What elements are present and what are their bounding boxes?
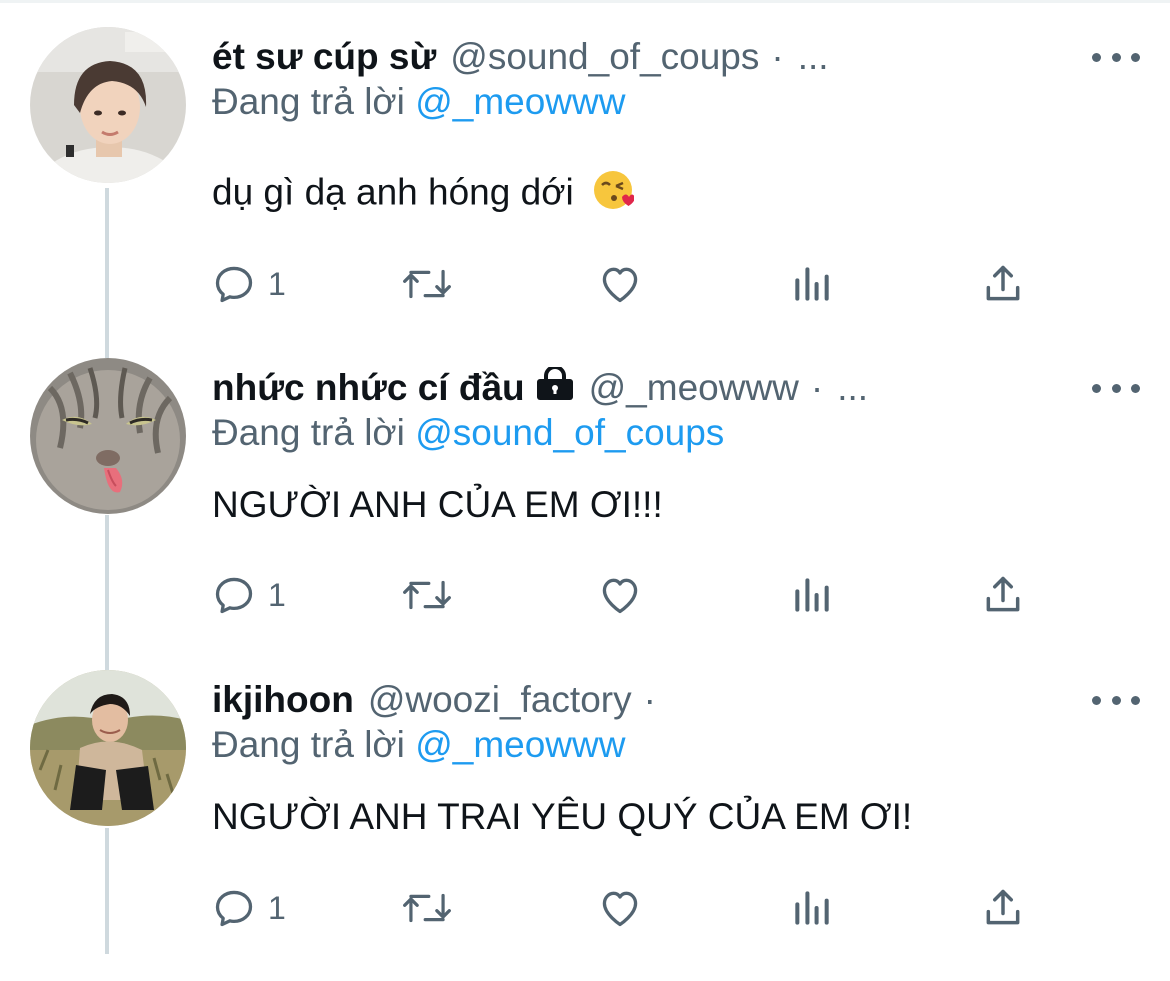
views-icon (795, 267, 829, 301)
tweet[interactable]: ét sư cúp sừ @sound_of_coups · ... Đang … (0, 27, 1170, 338)
heart-icon (602, 891, 638, 927)
face-blowing-a-kiss-icon (592, 169, 635, 220)
tweet-text-content: NGƯỜI ANH TRAI YÊU QUÝ CỦA EM ƠI! (212, 796, 913, 837)
tweet-header: nhức nhức cí đầu @_meowww · ... (212, 358, 1090, 418)
more-icon[interactable] (1092, 45, 1140, 69)
tweet[interactable]: nhức nhức cí đầu @_meowww · ... Đang trả… (0, 358, 1170, 669)
mention-link[interactable]: @_meowww (415, 724, 625, 765)
separator: · (810, 367, 824, 408)
views-button[interactable] (792, 259, 832, 309)
like-button[interactable] (597, 570, 643, 620)
retweet-icon (403, 580, 451, 610)
views-icon (795, 891, 829, 925)
share-button[interactable] (980, 570, 1026, 620)
tweet-text: NGƯỜI ANH CỦA EM ƠI!!! (212, 484, 663, 526)
tweet[interactable]: ikjihoon @woozi_factory · Đang trả lời @… (0, 670, 1170, 981)
reply-count: 1 (268, 889, 286, 926)
replying-label: Đang trả lời (212, 724, 405, 765)
replying-label: Đang trả lời (212, 412, 405, 453)
separator: · (643, 679, 656, 720)
tweet-header: ét sư cúp sừ @sound_of_coups · ... (212, 27, 1090, 87)
replying-to: Đang trả lời @sound_of_coups (212, 412, 724, 454)
share-icon (986, 265, 1020, 301)
heart-icon (602, 267, 638, 303)
display-name[interactable]: ikjihoon (212, 679, 354, 721)
reply-count: 1 (268, 265, 286, 302)
display-name[interactable]: nhức nhức cí đầu (212, 367, 525, 409)
retweet-icon (403, 893, 451, 923)
lock-icon (535, 364, 575, 410)
handle[interactable]: @woozi_factory (368, 679, 632, 721)
share-button[interactable] (980, 259, 1026, 309)
avatar[interactable] (30, 27, 186, 183)
like-button[interactable] (597, 259, 643, 309)
like-button[interactable] (597, 883, 643, 933)
reply-icon (215, 266, 253, 303)
reply-button[interactable]: 1 (212, 259, 286, 309)
ellipsis: ... (837, 367, 869, 408)
share-icon (986, 889, 1020, 925)
mention-link[interactable]: @_meowww (415, 81, 625, 122)
ellipsis: ... (797, 36, 829, 77)
heart-icon (602, 578, 638, 614)
top-divider (0, 0, 1170, 3)
avatar[interactable] (30, 670, 186, 826)
views-button[interactable] (792, 570, 832, 620)
retweet-icon (403, 269, 451, 299)
tweet-text-content: NGƯỜI ANH CỦA EM ƠI!!! (212, 484, 663, 525)
display-name[interactable]: ét sư cúp sừ (212, 36, 436, 78)
share-icon (986, 576, 1020, 612)
action-bar: 1 (212, 883, 1032, 933)
mention-link[interactable]: @sound_of_coups (415, 412, 724, 453)
more-icon[interactable] (1092, 376, 1140, 400)
retweet-button[interactable] (402, 883, 452, 933)
reply-icon (215, 577, 253, 614)
handle[interactable]: @_meowww (589, 367, 799, 409)
replying-label: Đang trả lời (212, 81, 405, 122)
retweet-button[interactable] (402, 570, 452, 620)
action-bar: 1 (212, 259, 1032, 309)
reply-icon (215, 890, 253, 927)
share-button[interactable] (980, 883, 1026, 933)
tweet-header: ikjihoon @woozi_factory · (212, 670, 1090, 730)
views-icon (795, 578, 829, 612)
more-icon[interactable] (1092, 688, 1140, 712)
action-bar: 1 (212, 570, 1032, 620)
reply-button[interactable]: 1 (212, 883, 286, 933)
tweet-text-content: dụ gì dạ anh hóng dới (212, 171, 574, 213)
replying-to: Đang trả lời @_meowww (212, 81, 625, 123)
separator: · (771, 36, 784, 77)
handle[interactable]: @sound_of_coups (450, 36, 759, 78)
views-button[interactable] (792, 883, 832, 933)
reply-button[interactable]: 1 (212, 570, 286, 620)
avatar[interactable] (30, 358, 186, 514)
tweet-text: NGƯỜI ANH TRAI YÊU QUÝ CỦA EM ƠI! (212, 796, 912, 838)
retweet-button[interactable] (402, 259, 452, 309)
reply-count: 1 (268, 576, 286, 613)
replying-to: Đang trả lời @_meowww (212, 724, 625, 766)
tweet-text: dụ gì dạ anh hóng dới (212, 169, 635, 220)
